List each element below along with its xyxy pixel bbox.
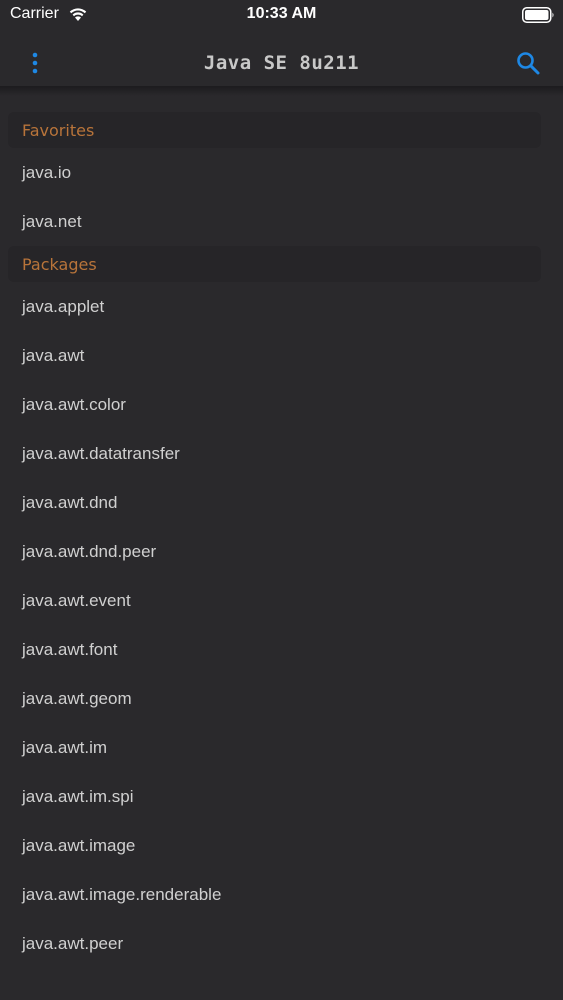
list-item-package[interactable]: java.awt bbox=[0, 331, 563, 380]
list-item-package[interactable]: java.awt.peer bbox=[0, 919, 563, 968]
section-header-label: Favorites bbox=[22, 121, 95, 140]
list-item-package[interactable]: java.awt.im.spi bbox=[0, 772, 563, 821]
list-item-package[interactable]: java.awt.dnd.peer bbox=[0, 527, 563, 576]
list-item-favorite[interactable]: java.io bbox=[0, 148, 563, 197]
package-list: Favorites java.io java.net Packages java… bbox=[0, 112, 563, 968]
list-item-favorite[interactable]: java.net bbox=[0, 197, 563, 246]
section-header-favorites: Favorites bbox=[8, 112, 541, 148]
list-item-package[interactable]: java.awt.im bbox=[0, 723, 563, 772]
section-header-label: Packages bbox=[22, 255, 97, 274]
list-item-package[interactable]: java.awt.dnd bbox=[0, 478, 563, 527]
list-item-package[interactable]: java.awt.image bbox=[0, 821, 563, 870]
list-item-package[interactable]: java.awt.datatransfer bbox=[0, 429, 563, 478]
page-title: Java SE 8u211 bbox=[203, 52, 360, 74]
battery-icon bbox=[522, 7, 554, 23]
status-bar: Carrier 10:33 AM bbox=[0, 0, 563, 30]
search-icon[interactable] bbox=[515, 50, 541, 76]
nav-divider bbox=[0, 86, 563, 96]
section-header-packages: Packages bbox=[8, 246, 541, 282]
list-item-package[interactable]: java.awt.geom bbox=[0, 674, 563, 723]
list-item-package[interactable]: java.awt.event bbox=[0, 576, 563, 625]
status-time: 10:33 AM bbox=[246, 5, 317, 22]
list-item-package[interactable]: java.applet bbox=[0, 282, 563, 331]
navigation-bar: Java SE 8u211 bbox=[0, 30, 563, 88]
list-item-package[interactable]: java.awt.font bbox=[0, 625, 563, 674]
list-item-package[interactable]: java.awt.image.renderable bbox=[0, 870, 563, 919]
list-item-package[interactable]: java.awt.color bbox=[0, 380, 563, 429]
